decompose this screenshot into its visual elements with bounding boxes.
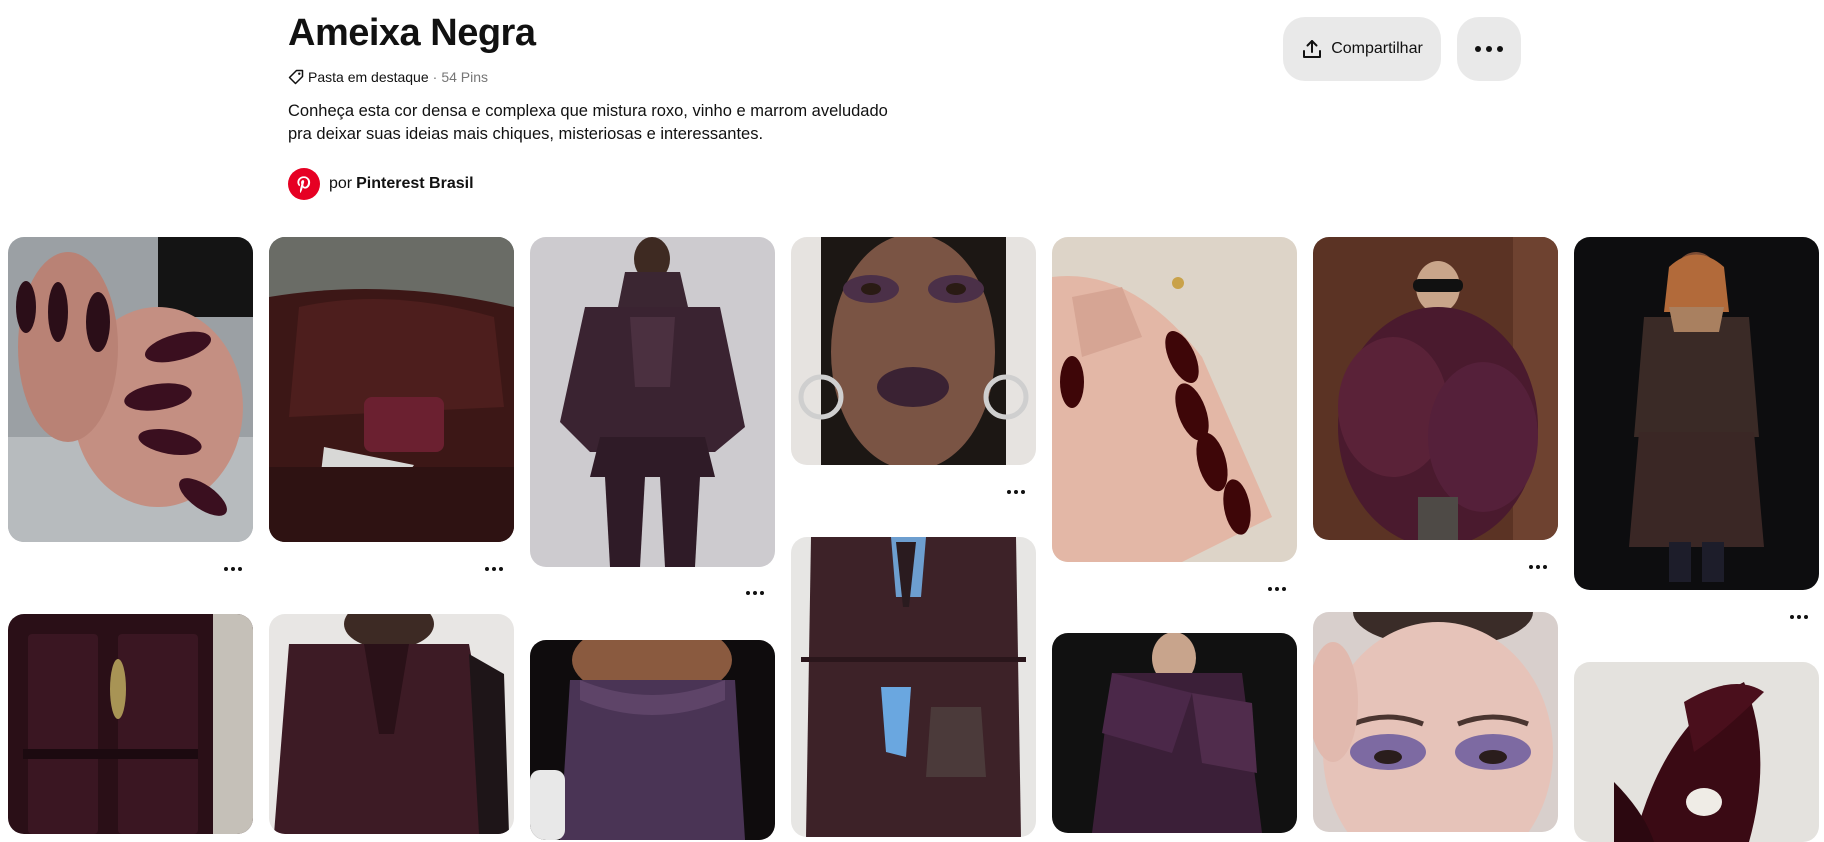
ellipsis-icon bbox=[1007, 490, 1025, 494]
share-button-label: Compartilhar bbox=[1331, 40, 1423, 57]
pin-image[interactable] bbox=[269, 614, 514, 834]
ellipsis-icon bbox=[224, 567, 242, 571]
share-button[interactable]: Compartilhar bbox=[1283, 17, 1441, 81]
pin-image[interactable] bbox=[1052, 237, 1297, 562]
ellipsis-icon bbox=[1529, 565, 1547, 569]
pin-image[interactable] bbox=[1313, 237, 1558, 540]
board-title: Ameixa Negra bbox=[288, 12, 536, 54]
board-more-options-button[interactable] bbox=[1457, 17, 1521, 81]
ellipsis-icon bbox=[746, 591, 764, 595]
ellipsis-icon bbox=[1475, 46, 1503, 52]
pin-image[interactable] bbox=[8, 614, 253, 834]
pin-more-button[interactable] bbox=[1263, 579, 1291, 599]
ellipsis-icon bbox=[1268, 587, 1286, 591]
pin-image[interactable] bbox=[530, 237, 775, 567]
pin-more-button[interactable] bbox=[741, 583, 769, 603]
share-icon bbox=[1301, 38, 1323, 60]
pin-more-button[interactable] bbox=[1002, 482, 1030, 502]
meta-separator: · bbox=[432, 69, 438, 85]
ellipsis-icon bbox=[485, 567, 503, 571]
author-name-link[interactable]: Pinterest Brasil bbox=[356, 175, 473, 193]
pin-more-button[interactable] bbox=[1785, 607, 1813, 627]
board-meta: Pasta em destaque · 54 Pins bbox=[288, 69, 488, 85]
pin-image[interactable] bbox=[791, 537, 1036, 837]
tag-icon bbox=[288, 69, 304, 85]
board-description: Conheça esta cor densa e complexa que mi… bbox=[288, 100, 928, 146]
pin-image[interactable] bbox=[1574, 662, 1819, 842]
pin-image[interactable] bbox=[1052, 633, 1297, 833]
description-line: pra deixar suas ideias mais chiques, mis… bbox=[288, 125, 764, 143]
author-prefix: por bbox=[329, 175, 353, 192]
ellipsis-icon bbox=[1790, 615, 1808, 619]
pin-more-button[interactable] bbox=[1524, 557, 1552, 577]
featured-label: Pasta em destaque bbox=[308, 69, 429, 85]
pin-more-button[interactable] bbox=[219, 559, 247, 579]
pin-count: 54 Pins bbox=[441, 69, 489, 85]
pin-image[interactable] bbox=[1313, 612, 1558, 832]
pin-image[interactable] bbox=[1574, 237, 1819, 590]
pin-image[interactable] bbox=[8, 237, 253, 542]
board-header: Ameixa Negra Pasta em destaque · 54 Pins… bbox=[288, 0, 1528, 230]
pin-image[interactable] bbox=[530, 640, 775, 840]
pin-image[interactable] bbox=[791, 237, 1036, 465]
pin-image[interactable] bbox=[269, 237, 514, 542]
description-line: Conheça esta cor densa e complexa que mi… bbox=[288, 102, 888, 120]
pinterest-logo-icon[interactable] bbox=[288, 168, 320, 200]
pin-more-button[interactable] bbox=[480, 559, 508, 579]
board-author[interactable]: por Pinterest Brasil bbox=[288, 168, 474, 200]
